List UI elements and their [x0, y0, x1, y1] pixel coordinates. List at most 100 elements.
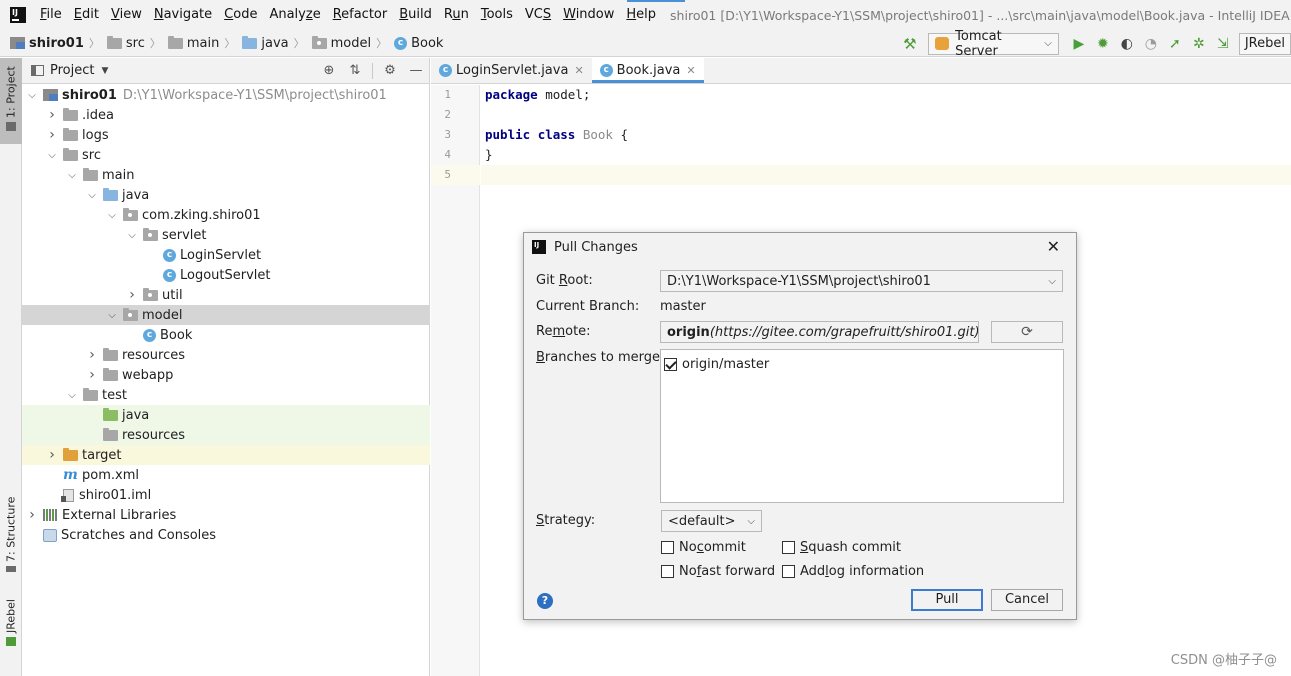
jrebel-update-icon[interactable]: ⇲	[1215, 36, 1231, 52]
tree-item--idea[interactable]: › .idea	[22, 105, 430, 125]
option-checkbox[interactable]	[782, 541, 795, 554]
tree-item-test[interactable]: ⌵ test	[22, 385, 430, 405]
jrebel-debug-icon[interactable]: ✲	[1191, 36, 1207, 52]
jrebel-tool-tab[interactable]: JRebel	[0, 596, 22, 654]
chevron-down-icon[interactable]: ▼	[101, 66, 108, 76]
chevron-down-icon[interactable]: ⌵	[26, 90, 38, 101]
chevron-down-icon[interactable]: ⌵	[106, 310, 118, 321]
menu-code[interactable]: Code	[218, 0, 263, 30]
menu-vcs[interactable]: VCS	[519, 0, 557, 30]
chevron-down-icon[interactable]: ⌵	[66, 390, 78, 401]
tree-item-main[interactable]: ⌵ main	[22, 165, 430, 185]
chevron-right-icon[interactable]: ›	[46, 447, 58, 463]
tab-book-java[interactable]: c Book.java ✕	[591, 57, 704, 83]
project-tool-tab[interactable]: 1: Project	[0, 58, 22, 144]
tree-item-resources[interactable]: ›resources	[22, 425, 430, 445]
chevron-right-icon[interactable]: ›	[86, 367, 98, 383]
collapse-all-icon[interactable]: ⇅	[347, 63, 363, 79]
option-add-log-information[interactable]: Add l og information	[782, 564, 924, 579]
close-icon[interactable]: ✕	[1047, 237, 1060, 256]
chevron-down-icon[interactable]: ⌵	[86, 190, 98, 201]
code-line[interactable]: }	[481, 145, 1291, 165]
breadcrumb-item-book[interactable]: c Book	[394, 36, 443, 51]
menu-analyze[interactable]: Analyze	[263, 0, 326, 30]
locate-target-icon[interactable]: ⊕	[321, 63, 337, 79]
chevron-right-icon[interactable]: ›	[26, 507, 38, 523]
menu-run[interactable]: Run	[438, 0, 475, 30]
run-play-icon[interactable]: ▶	[1071, 36, 1087, 52]
option-no-commit[interactable]: No c ommit	[661, 540, 746, 555]
breadcrumb-item-main[interactable]: main 〉	[167, 35, 236, 51]
tree-item-logoutservlet[interactable]: ›cLogoutServlet	[22, 265, 430, 285]
menu-file[interactable]: File	[34, 0, 68, 30]
git-root-select[interactable]: D:\Y1\Workspace-Y1\SSM\project\shiro01 ⌵	[660, 270, 1063, 292]
strategy-select[interactable]: <default> ⌵	[661, 510, 762, 532]
close-icon[interactable]: ✕	[574, 64, 583, 77]
tree-item-servlet[interactable]: ⌵ servlet	[22, 225, 430, 245]
help-icon[interactable]: ?	[537, 593, 553, 609]
chevron-right-icon[interactable]: ›	[126, 287, 138, 303]
pull-button[interactable]: Pull	[911, 589, 983, 611]
chevron-right-icon[interactable]: ›	[46, 107, 58, 123]
branch-item[interactable]: origin/master	[664, 357, 769, 372]
menu-build[interactable]: Build	[393, 0, 438, 30]
gear-icon[interactable]: ⚙	[382, 63, 398, 79]
code-line[interactable]	[481, 165, 1291, 185]
debug-bug-icon[interactable]: ✹	[1095, 36, 1111, 52]
menu-refactor[interactable]: Refactor	[327, 0, 394, 30]
remote-select[interactable]: origin (https://gitee.com/grapefruitt/sh…	[660, 321, 979, 343]
tree-item-book[interactable]: ›cBook	[22, 325, 430, 345]
tree-item-webapp[interactable]: › webapp	[22, 365, 430, 385]
option-checkbox[interactable]	[661, 541, 674, 554]
tree-item-shiro01[interactable]: ⌵ shiro01 D:\Y1\Workspace-Y1\SSM\project\s…	[22, 85, 430, 105]
branches-list[interactable]: origin/master	[660, 349, 1064, 503]
tree-item-java[interactable]: ⌵ java	[22, 185, 430, 205]
tree-item-shiro01-iml[interactable]: ›shiro01.iml	[22, 485, 430, 505]
chevron-right-icon[interactable]: ›	[46, 127, 58, 143]
chevron-down-icon[interactable]: ⌵	[66, 170, 78, 181]
menu-view[interactable]: View	[105, 0, 148, 30]
chevron-down-icon[interactable]: ⌵	[126, 230, 138, 241]
jrebel-button[interactable]: JRebel	[1238, 32, 1291, 55]
hide-minus-icon[interactable]: —	[408, 63, 424, 79]
option-checkbox[interactable]	[661, 565, 674, 578]
tree-item-loginservlet[interactable]: ›cLoginServlet	[22, 245, 430, 265]
tree-item-resources[interactable]: ›resources	[22, 345, 430, 365]
option-no-fast-forward[interactable]: No f ast forward	[661, 564, 775, 579]
branch-checkbox[interactable]	[664, 358, 677, 371]
breadcrumb-item-src[interactable]: src 〉	[106, 35, 162, 51]
menu-edit[interactable]: Edit	[68, 0, 105, 30]
cancel-button[interactable]: Cancel	[991, 589, 1063, 611]
option-checkbox[interactable]	[782, 565, 795, 578]
code-line[interactable]: package model;	[481, 85, 1291, 105]
profile-icon[interactable]: ◔	[1143, 36, 1159, 52]
tree-item-model[interactable]: ⌵ model	[22, 305, 430, 325]
build-hammer-icon[interactable]: ⚒	[902, 36, 918, 52]
option-squash-commit[interactable]: Squash commit	[782, 540, 901, 555]
code-line[interactable]: public class Book {	[481, 125, 1291, 145]
tree-item-util[interactable]: › util	[22, 285, 430, 305]
tab-loginservlet-java[interactable]: c LoginServlet.java ✕	[431, 57, 592, 83]
tree-item-java[interactable]: ›java	[22, 405, 430, 425]
menu-help[interactable]: Help	[620, 0, 662, 30]
tree-item-com-zking-shiro01[interactable]: ⌵ com.zking.shiro01	[22, 205, 430, 225]
menu-tools[interactable]: Tools	[475, 0, 519, 30]
menu-window[interactable]: Window	[557, 0, 620, 30]
tree-item-target[interactable]: › target	[22, 445, 430, 465]
jrebel-run-icon[interactable]: ➚	[1167, 36, 1183, 52]
tree-item-logs[interactable]: › logs	[22, 125, 430, 145]
breadcrumb-item-model[interactable]: model 〉	[311, 35, 388, 51]
tree-item-src[interactable]: ⌵ src	[22, 145, 430, 165]
tree-item-scratches-and-consoles[interactable]: ›Scratches and Consoles	[22, 525, 430, 545]
tree-item-pom-xml[interactable]: ›mpom.xml	[22, 465, 430, 485]
run-configuration-select[interactable]: Tomcat Server ⌵	[927, 29, 1059, 59]
close-icon[interactable]: ✕	[686, 64, 695, 77]
breadcrumb-item-shiro01[interactable]: shiro01 〉	[10, 35, 101, 51]
code-line[interactable]	[481, 105, 1291, 125]
refresh-remote-button[interactable]: ⟳	[991, 321, 1063, 343]
chevron-right-icon[interactable]: ›	[86, 347, 98, 363]
tree-item-external-libraries[interactable]: › External Libraries	[22, 505, 430, 525]
chevron-down-icon[interactable]: ⌵	[106, 210, 118, 221]
breadcrumb-item-java[interactable]: java 〉	[242, 35, 305, 51]
structure-tool-tab[interactable]: 7: Structure	[0, 494, 22, 578]
